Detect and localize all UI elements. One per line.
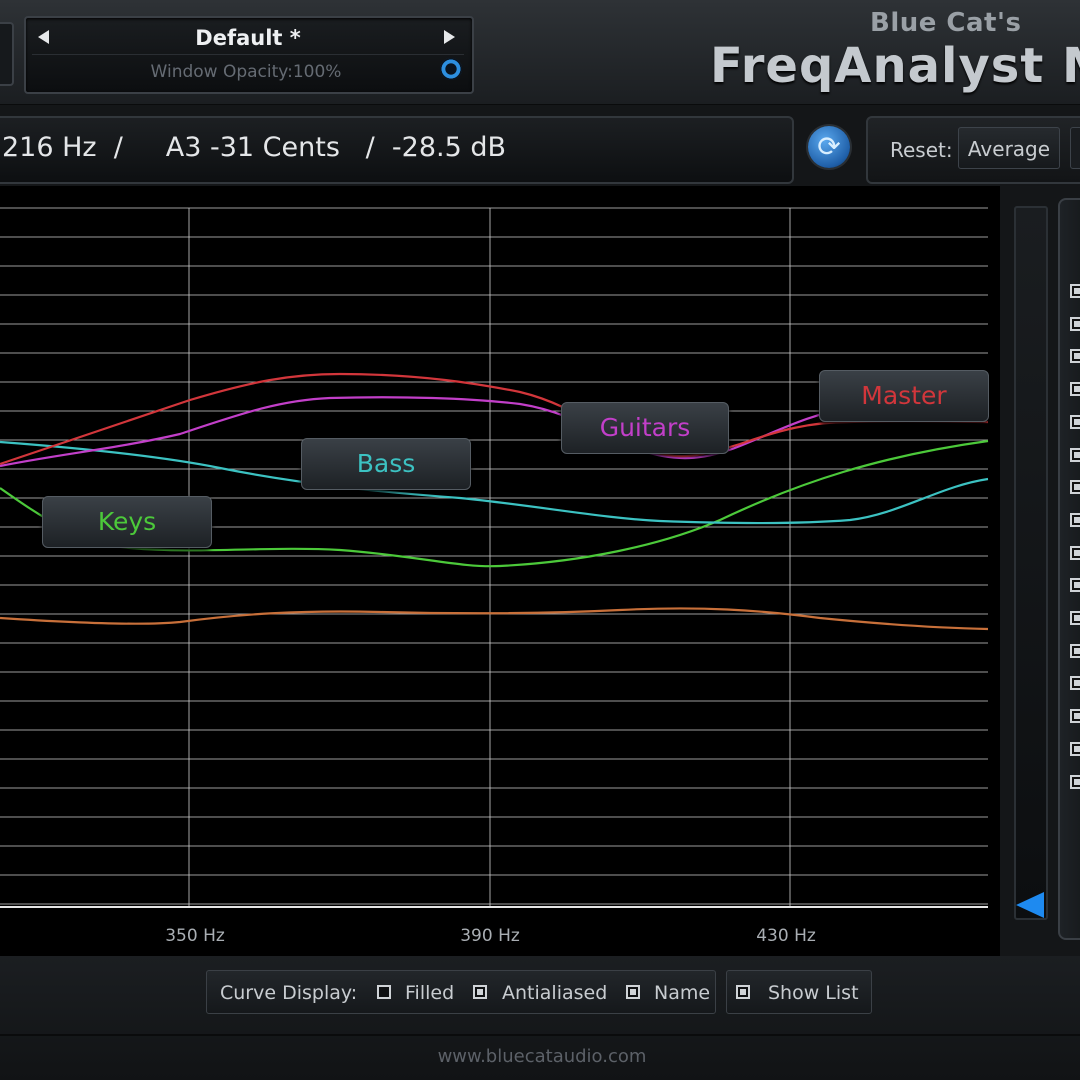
curve-orange [0,607,989,631]
x-tick-label: 350 Hz [165,926,225,946]
curve-list-checkbox[interactable] [1070,545,1080,560]
menu-button-stub[interactable] [0,22,14,86]
curve-display-label: Curve Display: [220,982,358,1004]
spectrum-graph[interactable]: Keys Bass Guitars Master 350 Hz 390 Hz 4… [0,186,1000,956]
cursor-readout-text: 216 Hz / A3 -31 Cents / -28.5 dB [2,132,507,163]
previous-preset-arrow-icon[interactable] [38,30,49,44]
opacity-knob-icon[interactable] [440,58,462,80]
curve-label-guitars[interactable]: Guitars [561,402,729,454]
curve-list-checkbox[interactable] [1070,611,1080,625]
horizontal-grid [0,207,988,905]
curve-list-checkbox[interactable] [1070,284,1080,298]
antialiased-checkbox[interactable] [473,985,487,999]
next-preset-arrow-icon[interactable] [444,30,455,44]
curve-list-checkbox[interactable] [1070,643,1080,658]
curve-list-checkbox[interactable] [1070,447,1080,462]
refresh-button[interactable]: ⟳ [808,126,850,168]
curve-label-bass[interactable]: Bass [301,438,471,490]
reset-average-label: Average [967,137,1051,161]
curve-label-bass-text: Bass [356,449,416,478]
reset-panel: Reset: Average [866,116,1080,184]
show-list-panel: Show List [726,970,872,1014]
website-link[interactable]: www.bluecataudio.com [0,1046,1080,1067]
footer-divider [0,1034,1080,1036]
curve-label-master[interactable]: Master [819,370,989,422]
brand-vendor: Blue Cat's [870,8,1022,38]
name-label[interactable]: Name [654,982,710,1004]
level-marker-arrow-icon[interactable] [1016,892,1044,918]
curve-label-guitars-text: Guitars [599,413,691,442]
show-list-label[interactable]: Show List [768,982,859,1004]
curve-display-panel: Curve Display: Filled Antialiased Name [206,970,716,1014]
curve-list-checkbox[interactable] [1070,316,1080,331]
curve-list-checkbox[interactable] [1070,349,1080,364]
curve-list-checkbox[interactable] [1070,578,1080,593]
curve-list-checkbox[interactable] [1070,512,1080,527]
curve-list-checkbox[interactable] [1070,382,1080,397]
cursor-readout-bar: 216 Hz / A3 -31 Cents / -28.5 dB [0,116,794,184]
x-tick-label: 390 Hz [460,926,520,946]
curve-label-master-text: Master [861,381,947,410]
reset-label: Reset: [890,138,953,162]
window-opacity-label[interactable]: Window Opacity:100% [86,62,406,82]
curve-list-checkbox[interactable] [1070,774,1080,789]
curve-label-keys[interactable]: Keys [42,496,212,548]
header-bar: Default * Window Opacity:100% Blue Cat's… [0,0,1080,105]
curve-list-checkbox[interactable] [1070,709,1080,724]
show-list-checkbox[interactable] [736,985,750,999]
name-checkbox[interactable] [626,985,640,999]
curve-list-checkbox[interactable] [1070,741,1080,756]
spectrum-plot [0,207,989,908]
curve-list-panel [1058,198,1080,940]
reset-average-button[interactable]: Average [958,127,1060,169]
x-tick-label: 430 Hz [756,926,816,946]
antialiased-label[interactable]: Antialiased [502,982,607,1004]
filled-checkbox[interactable] [377,985,391,999]
curve-list-checkbox[interactable] [1070,480,1080,495]
vertical-grid [188,208,791,907]
reset-more-button[interactable] [1070,127,1080,169]
level-meter [1014,206,1048,920]
brand-product-logo: FreqAnalyst M [710,38,1080,94]
preset-panel: Default * Window Opacity:100% [24,16,474,94]
filled-label[interactable]: Filled [405,982,454,1004]
curve-list-checkbox[interactable] [1070,414,1080,429]
curve-label-keys-text: Keys [97,507,157,536]
curve-list-checkbox[interactable] [1070,676,1080,691]
preset-divider [32,54,464,55]
refresh-icon: ⟳ [817,130,841,163]
preset-name[interactable]: Default * [146,26,350,50]
